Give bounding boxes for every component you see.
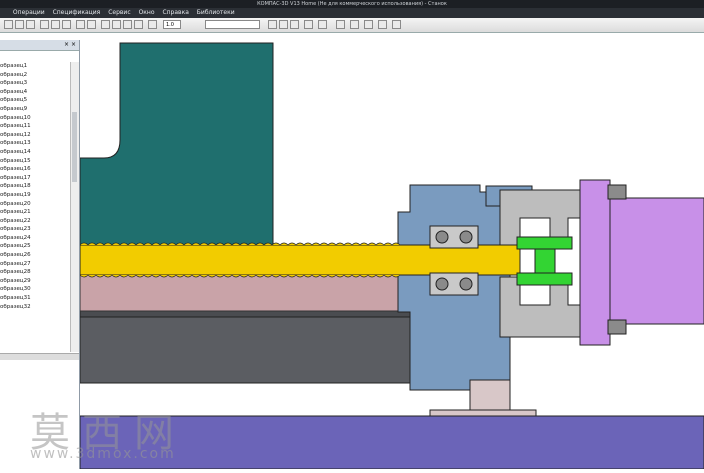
model-tree-header: × × xyxy=(0,40,79,51)
window-title: КОМПАС-3D V13 Home (Не для коммерческого… xyxy=(0,0,704,8)
watermark-url: www.3dmox.com xyxy=(30,446,176,462)
tree-item[interactable]: образец26 xyxy=(0,251,70,260)
tree-item[interactable]: образец31 xyxy=(0,294,70,303)
save-icon[interactable] xyxy=(26,20,35,29)
lead-screw xyxy=(79,244,521,276)
tree-item[interactable]: образец4 xyxy=(0,88,70,97)
zoom-out-icon[interactable] xyxy=(112,20,121,29)
tree-item[interactable]: образец32 xyxy=(0,303,70,312)
model-tree-list: образец1 образец2 образец3 образец4 образец5… xyxy=(0,62,70,352)
pink-part xyxy=(79,272,411,312)
menu-bar: Операции Спецификация Сервис Окно Справк… xyxy=(0,8,704,18)
tree-scrollbar[interactable] xyxy=(70,62,79,352)
menu-specification[interactable]: Спецификация xyxy=(50,8,104,18)
bearing-ball xyxy=(459,230,473,244)
shaded-icon[interactable] xyxy=(279,20,288,29)
redo-icon[interactable] xyxy=(87,20,96,29)
filter-icon[interactable] xyxy=(350,20,359,29)
tree-item[interactable]: образец25 xyxy=(0,242,70,251)
copy-icon[interactable] xyxy=(51,20,60,29)
tree-item[interactable]: образец12 xyxy=(0,131,70,140)
coupling-hub xyxy=(534,248,556,274)
bearing-ball xyxy=(435,230,449,244)
clamp-bottom xyxy=(499,276,581,338)
menu-libraries[interactable]: Библиотеки xyxy=(194,8,238,18)
undo-icon[interactable] xyxy=(76,20,85,29)
tree-item[interactable]: образец29 xyxy=(0,277,70,286)
tree-item[interactable]: образец13 xyxy=(0,139,70,148)
bolt-head xyxy=(607,184,627,200)
tree-item[interactable]: образец21 xyxy=(0,208,70,217)
tree-item[interactable]: образец9 xyxy=(0,105,70,114)
tree-item[interactable]: образец16 xyxy=(0,165,70,174)
purple-flange xyxy=(579,179,611,346)
tree-horizontal-scrollbar[interactable] xyxy=(0,353,79,360)
tree-item[interactable]: образец23 xyxy=(0,225,70,234)
menu-operations[interactable]: Операции xyxy=(10,8,48,18)
layers-icon[interactable] xyxy=(364,20,373,29)
menu-service[interactable]: Сервис xyxy=(105,8,133,18)
bearing-ball xyxy=(435,277,449,291)
tree-item[interactable]: образец19 xyxy=(0,191,70,200)
rotate-icon[interactable] xyxy=(148,20,157,29)
properties-icon[interactable] xyxy=(378,20,387,29)
knob-stem xyxy=(469,379,511,411)
tree-item[interactable]: образец2 xyxy=(0,71,70,80)
tree-item[interactable]: образец27 xyxy=(0,260,70,269)
tree-item[interactable]: образец24 xyxy=(0,234,70,243)
help-icon[interactable] xyxy=(392,20,401,29)
tree-item[interactable]: образец18 xyxy=(0,182,70,191)
purple-part xyxy=(597,197,704,325)
tree-item[interactable]: образец28 xyxy=(0,268,70,277)
tree-item[interactable]: образец30 xyxy=(0,285,70,294)
section-icon[interactable] xyxy=(304,20,313,29)
menu-help[interactable]: Справка xyxy=(159,8,191,18)
tree-item[interactable]: образец20 xyxy=(0,200,70,209)
new-icon[interactable] xyxy=(4,20,13,29)
tree-item[interactable]: образец5 xyxy=(0,96,70,105)
coupling-bottom xyxy=(516,272,573,286)
zoom-window-icon[interactable] xyxy=(123,20,132,29)
tree-item[interactable]: образец1 xyxy=(0,62,70,71)
close-icon[interactable]: × × xyxy=(64,40,76,50)
zoom-in-icon[interactable] xyxy=(101,20,110,29)
wireframe-icon[interactable] xyxy=(268,20,277,29)
toolbar: 1.0 xyxy=(0,18,704,33)
teal-body xyxy=(79,42,274,247)
open-icon[interactable] xyxy=(15,20,24,29)
menu-window[interactable]: Окно xyxy=(136,8,158,18)
scale-field[interactable]: 1.0 xyxy=(163,20,181,29)
pan-icon[interactable] xyxy=(134,20,143,29)
cut-icon[interactable] xyxy=(40,20,49,29)
tree-item[interactable]: образец22 xyxy=(0,217,70,226)
bolt-head xyxy=(607,319,627,335)
tree-item[interactable]: образец10 xyxy=(0,114,70,123)
tree-item[interactable]: образец11 xyxy=(0,122,70,131)
paste-icon[interactable] xyxy=(62,20,71,29)
tree-item[interactable]: образец15 xyxy=(0,157,70,166)
coupling-top xyxy=(516,236,573,250)
measure-icon[interactable] xyxy=(336,20,345,29)
view-select[interactable] xyxy=(205,20,260,29)
perspective-icon[interactable] xyxy=(318,20,327,29)
tree-item[interactable]: образец3 xyxy=(0,79,70,88)
tree-item[interactable]: образец17 xyxy=(0,174,70,183)
tree-scroll-thumb[interactable] xyxy=(72,112,77,182)
hidden-lines-icon[interactable] xyxy=(290,20,299,29)
tree-item[interactable]: образец14 xyxy=(0,148,70,157)
bearing-ball xyxy=(459,277,473,291)
